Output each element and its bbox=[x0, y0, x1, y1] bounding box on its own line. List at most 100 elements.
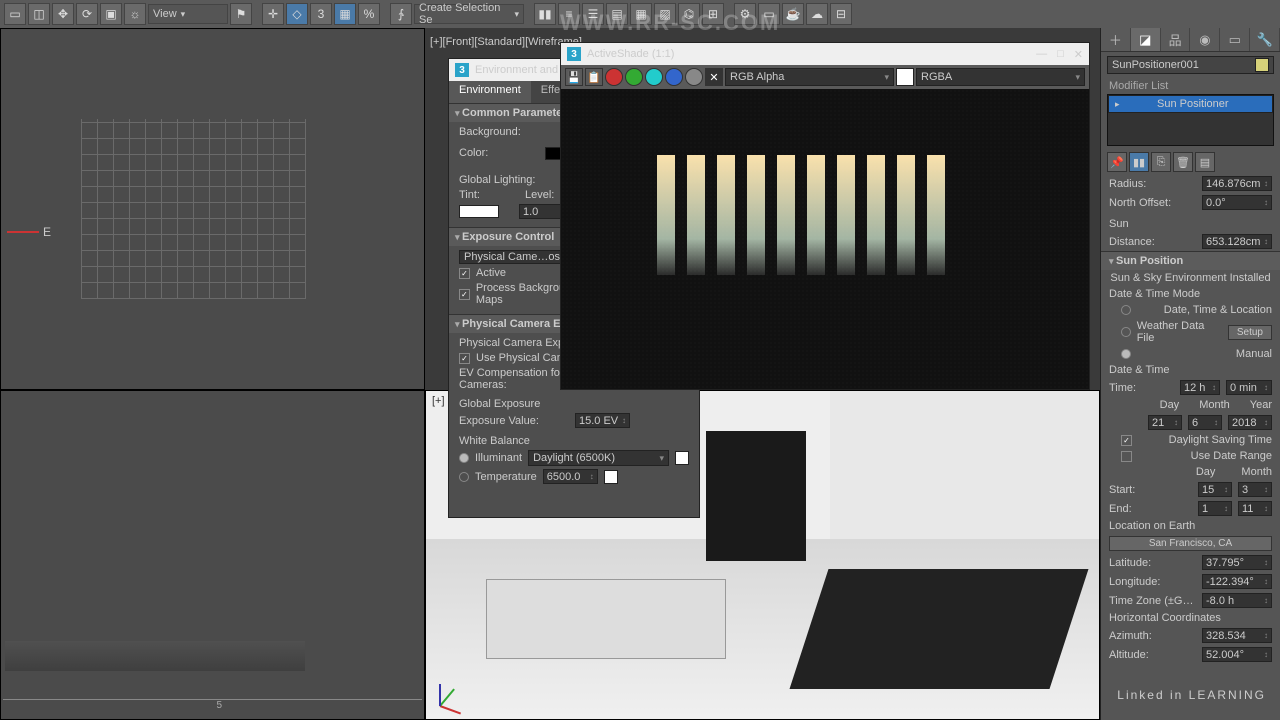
radius-spinner[interactable]: 146.876cm bbox=[1202, 176, 1272, 191]
channel-blue-button[interactable] bbox=[645, 68, 663, 86]
tool-last[interactable]: ⊟ bbox=[830, 3, 852, 25]
scene-cabinet bbox=[706, 431, 806, 561]
object-color-swatch[interactable] bbox=[1255, 58, 1269, 72]
tick bbox=[317, 700, 422, 715]
tool-toggle2[interactable]: ▨ bbox=[654, 3, 676, 25]
modifier-list-label[interactable]: Modifier List bbox=[1101, 78, 1280, 94]
tool-mateditor[interactable]: ⊞ bbox=[702, 3, 724, 25]
tab-environment[interactable]: Environment bbox=[449, 81, 531, 103]
coord-space-dropdown[interactable]: View bbox=[148, 4, 228, 24]
tool-snap-angle[interactable]: ◇ bbox=[286, 3, 308, 25]
active-checkbox[interactable] bbox=[459, 268, 470, 279]
illuminant-dropdown[interactable]: Daylight (6500K) bbox=[528, 450, 669, 466]
tool-move[interactable]: ✥ bbox=[52, 3, 74, 25]
tool-curve[interactable]: ∱ bbox=[390, 3, 412, 25]
save-image-button[interactable]: 💾 bbox=[565, 68, 583, 86]
tick: 5 bbox=[213, 700, 318, 715]
exposure-value-spinner[interactable]: 15.0 EV bbox=[575, 413, 630, 428]
make-unique-button[interactable]: ⎘ bbox=[1151, 152, 1171, 172]
dst-checkbox bbox=[1121, 435, 1132, 446]
tool-percent[interactable]: % bbox=[358, 3, 380, 25]
tool-snap-move[interactable]: ✛ bbox=[262, 3, 284, 25]
range-month-header: Month bbox=[1241, 466, 1272, 478]
tab-motion[interactable]: ◉ bbox=[1190, 28, 1220, 51]
tool-select[interactable]: ▭ bbox=[4, 3, 26, 25]
close-button[interactable]: ✕ bbox=[1074, 48, 1083, 61]
tool-snap-toggle[interactable]: ▦ bbox=[334, 3, 356, 25]
tool-placement[interactable]: ☼ bbox=[124, 3, 146, 25]
year-header: Year bbox=[1250, 399, 1272, 411]
north-spinner[interactable]: 0.0° bbox=[1202, 195, 1272, 210]
channel-alpha-button[interactable] bbox=[665, 68, 683, 86]
illuminant-radio[interactable] bbox=[459, 453, 469, 463]
render-output[interactable] bbox=[561, 89, 1089, 389]
copy-image-button[interactable]: 📋 bbox=[585, 68, 603, 86]
tab-hierarchy[interactable]: 品 bbox=[1161, 28, 1191, 51]
stack-item-sunpositioner[interactable]: ▸ Sun Positioner bbox=[1108, 95, 1273, 113]
alt-spinner[interactable]: 52.004° bbox=[1202, 647, 1272, 662]
tool-schematic[interactable]: ⌬ bbox=[678, 3, 700, 25]
tool-mirror[interactable]: ▮▮ bbox=[534, 3, 556, 25]
channel-green-button[interactable] bbox=[625, 68, 643, 86]
remove-modifier-button[interactable]: 🗑 bbox=[1173, 152, 1193, 172]
display-channel-dropdown[interactable]: RGB Alpha bbox=[725, 68, 894, 86]
activeshade-window[interactable]: 3 ActiveShade (1:1) — □ ✕ 💾 📋 ✕ RGB Alph… bbox=[560, 42, 1090, 390]
tab-create[interactable]: ＋ bbox=[1101, 28, 1131, 51]
tool-scale[interactable]: ▣ bbox=[100, 3, 122, 25]
lon-label: Longitude: bbox=[1109, 576, 1196, 588]
tab-utilities[interactable]: 🔧 bbox=[1250, 28, 1280, 51]
maximize-button[interactable]: □ bbox=[1057, 48, 1064, 61]
dst-label: Daylight Saving Time bbox=[1169, 434, 1272, 446]
clear-button[interactable]: ✕ bbox=[705, 68, 723, 86]
channel-mono-button[interactable] bbox=[685, 68, 703, 86]
modifier-stack[interactable]: ▸ Sun Positioner bbox=[1107, 94, 1274, 146]
viewport-top[interactable]: E bbox=[0, 28, 425, 390]
az-spinner[interactable]: 328.534 bbox=[1202, 628, 1272, 643]
setup-button[interactable]: Setup bbox=[1228, 325, 1272, 340]
illuminant-swatch[interactable] bbox=[675, 451, 689, 465]
tab-display[interactable]: ▭ bbox=[1220, 28, 1250, 51]
expand-icon[interactable]: ▸ bbox=[1115, 99, 1120, 110]
viewport-corner-menu[interactable]: [+] bbox=[432, 395, 445, 407]
mode-dtl-radio[interactable] bbox=[1121, 305, 1131, 315]
axis-label: E bbox=[43, 225, 51, 239]
rollout-sunposition[interactable]: Sun Position bbox=[1101, 251, 1280, 270]
bg-swatch[interactable] bbox=[896, 68, 914, 86]
process-bg-checkbox[interactable] bbox=[459, 289, 470, 300]
tint-swatch[interactable] bbox=[459, 205, 499, 218]
tool-rotate[interactable]: ⟳ bbox=[76, 3, 98, 25]
viewport-left[interactable]: 5 bbox=[0, 390, 425, 720]
month-spinner: 6 bbox=[1188, 415, 1222, 430]
scene-desk bbox=[790, 569, 1089, 689]
tint-label: Tint: bbox=[459, 189, 499, 201]
object-name-field[interactable]: SunPositioner001 bbox=[1107, 56, 1274, 74]
output-channel-dropdown[interactable]: RGBA bbox=[916, 68, 1085, 86]
pin-stack-button[interactable]: 📌 bbox=[1107, 152, 1127, 172]
sky-installed-label: Sun & Sky Environment Installed bbox=[1109, 272, 1272, 284]
tool-align[interactable]: ≡ bbox=[558, 3, 580, 25]
tool-cloud[interactable]: ☁ bbox=[806, 3, 828, 25]
configure-sets-button[interactable]: ▤ bbox=[1195, 152, 1215, 172]
app-icon: 3 bbox=[455, 63, 469, 77]
tab-modify[interactable]: ◪ bbox=[1131, 28, 1161, 51]
tool-snap-3d[interactable]: 3 bbox=[310, 3, 332, 25]
tool-render[interactable]: ☕ bbox=[782, 3, 804, 25]
tool-toggle1[interactable]: ▦ bbox=[630, 3, 652, 25]
tool-render-setup[interactable]: ⚙ bbox=[734, 3, 756, 25]
tool-layers[interactable]: ☰ bbox=[582, 3, 604, 25]
mode-manual-radio[interactable] bbox=[1121, 349, 1131, 359]
tool-pivot[interactable]: ⚑ bbox=[230, 3, 252, 25]
named-selset-dropdown[interactable]: Create Selection Se bbox=[414, 4, 524, 24]
distance-spinner[interactable]: 653.128cm bbox=[1202, 234, 1272, 249]
mode-wdf-radio[interactable] bbox=[1121, 327, 1131, 337]
timeline-ruler[interactable]: 5 bbox=[3, 699, 422, 715]
use-physcam-checkbox[interactable] bbox=[459, 353, 470, 364]
tool-sceneexpl[interactable]: ▤ bbox=[606, 3, 628, 25]
minimize-button[interactable]: — bbox=[1036, 48, 1047, 61]
temperature-radio[interactable] bbox=[459, 472, 469, 482]
tool-selectall[interactable]: ◫ bbox=[28, 3, 50, 25]
channel-red-button[interactable] bbox=[605, 68, 623, 86]
tool-render-frame[interactable]: ▭ bbox=[758, 3, 780, 25]
activeshade-titlebar[interactable]: 3 ActiveShade (1:1) — □ ✕ bbox=[561, 43, 1089, 65]
show-end-result-button[interactable]: ▮▮ bbox=[1129, 152, 1149, 172]
